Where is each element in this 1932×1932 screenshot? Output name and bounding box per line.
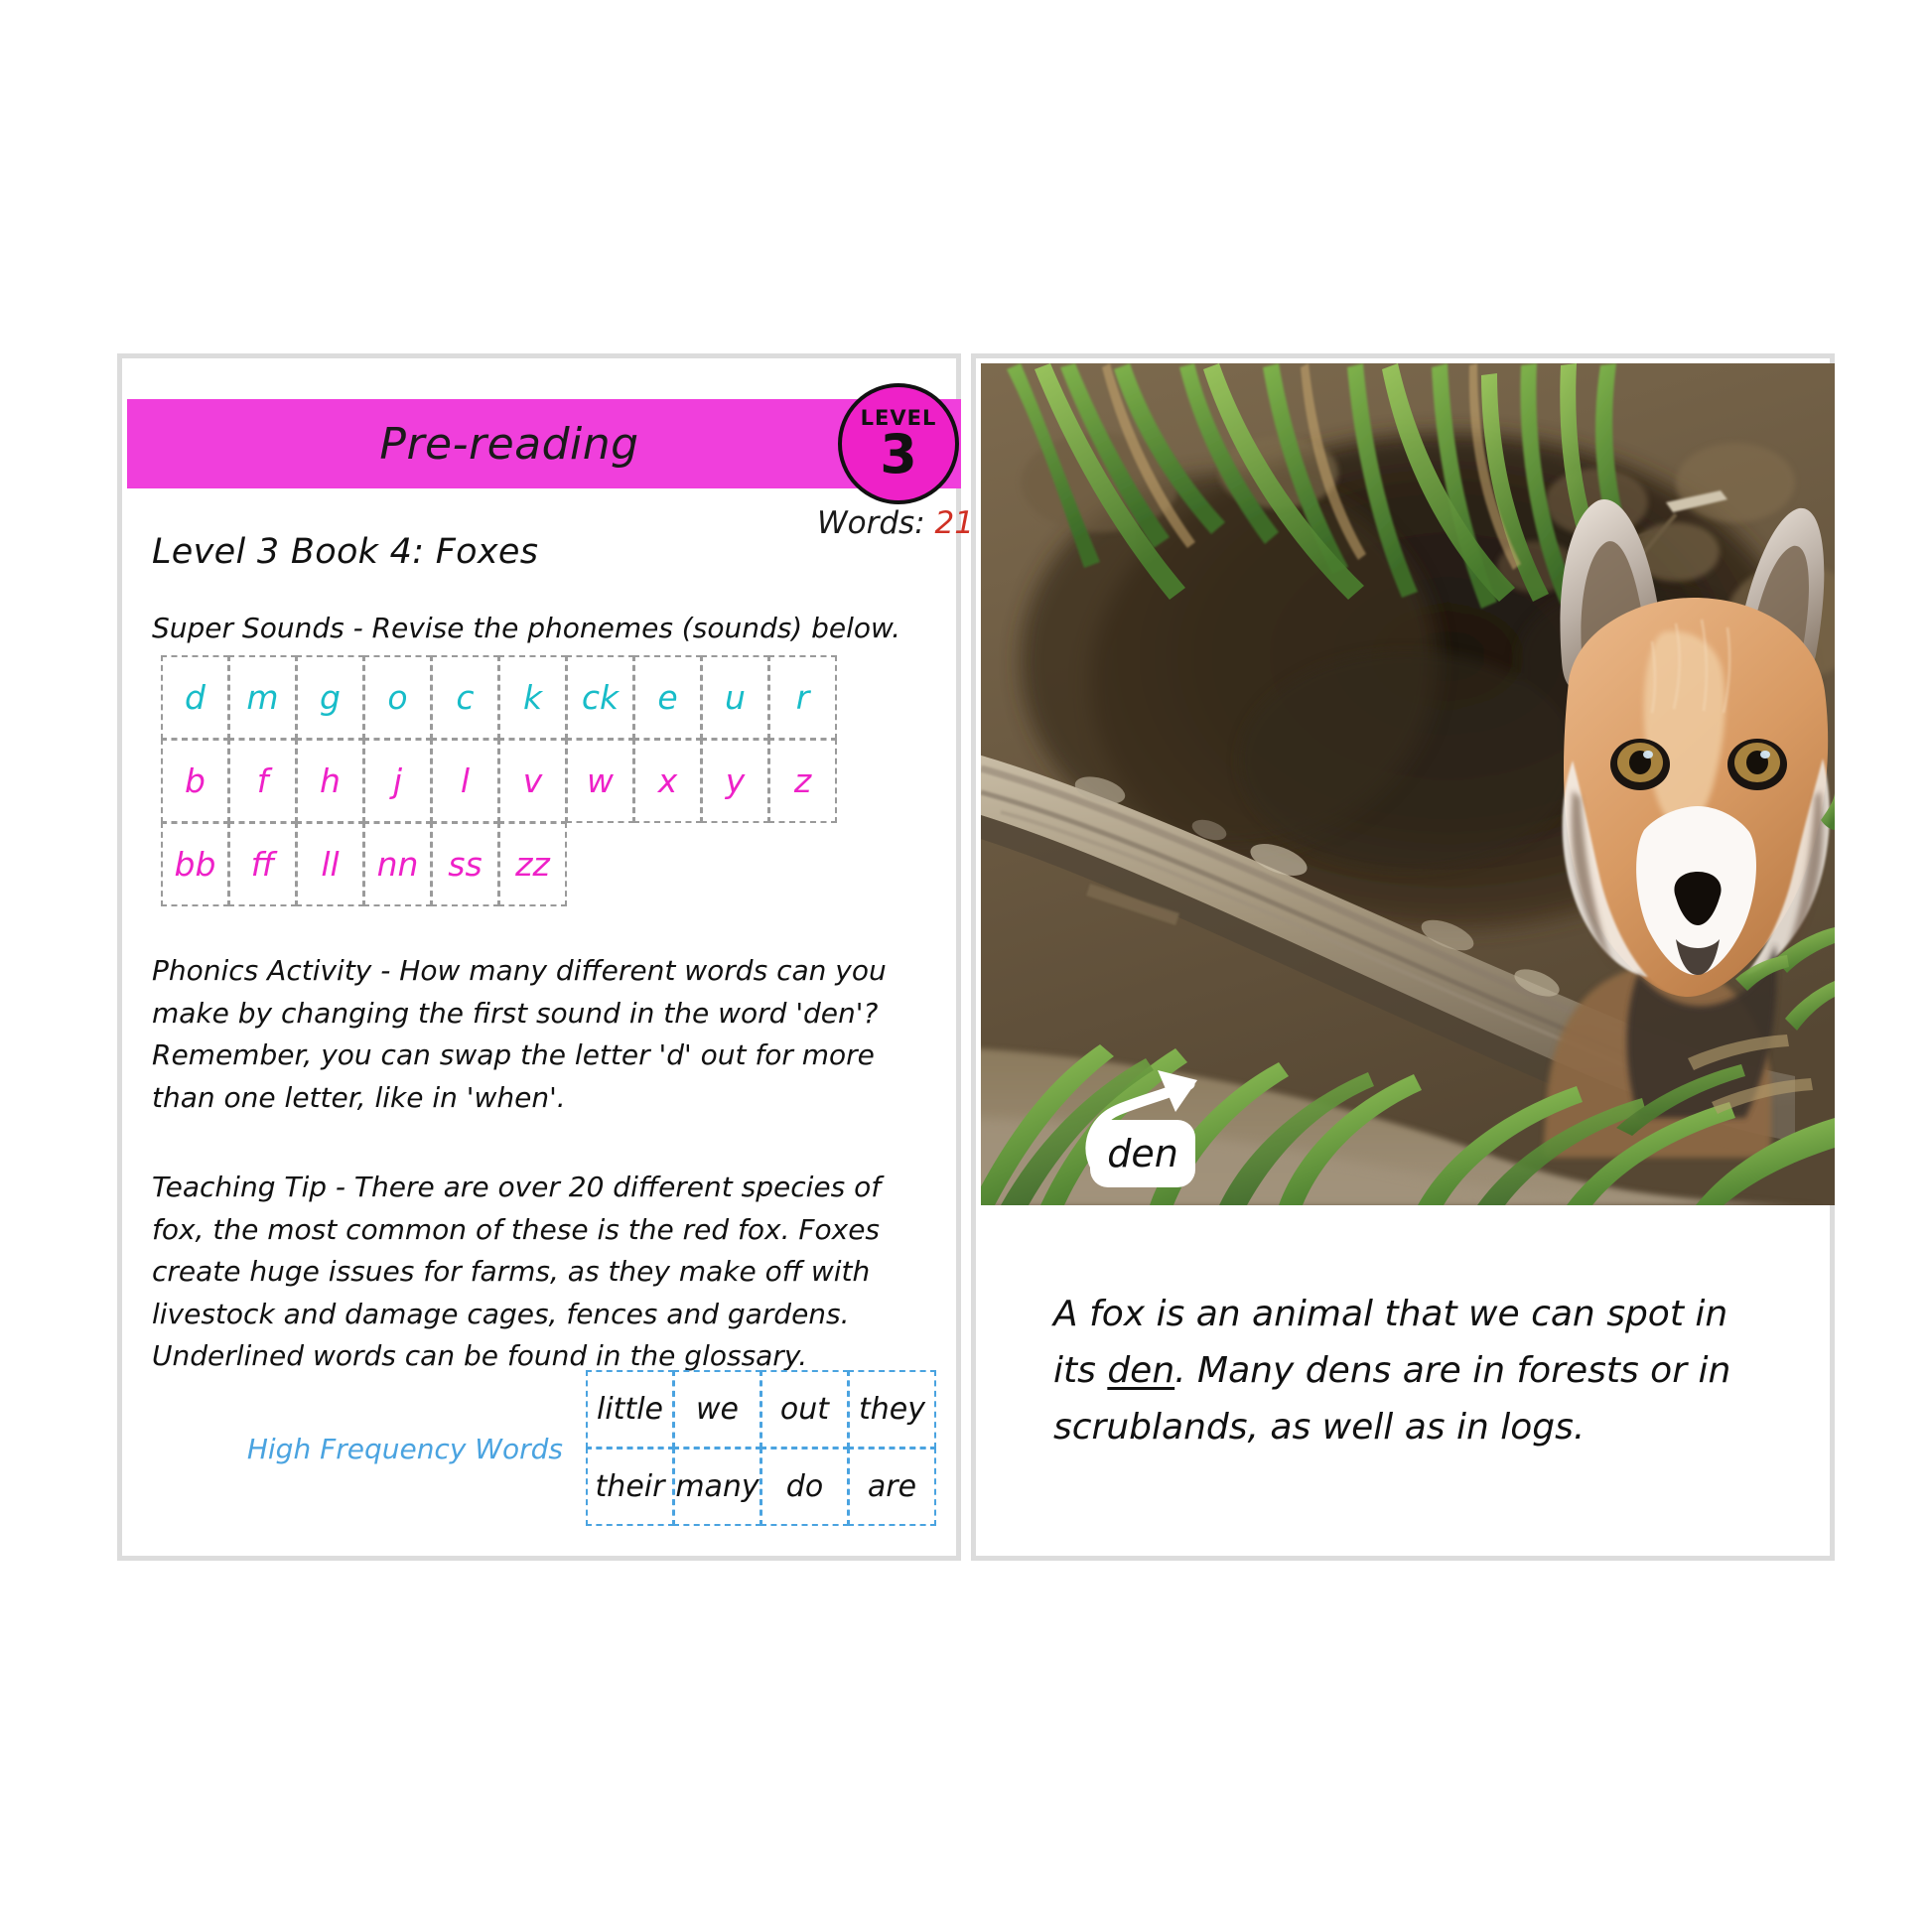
- high-frequency-words-row: little we out they: [586, 1370, 936, 1449]
- high-frequency-word-cell: little: [586, 1370, 674, 1449]
- phoneme-cell: z: [768, 739, 837, 823]
- high-frequency-word-cell: their: [586, 1448, 674, 1526]
- phoneme-cell: bb: [161, 822, 229, 906]
- teaching-tip-text: Teaching Tip - There are over 20 differe…: [152, 1171, 882, 1373]
- phoneme-cell: g: [296, 655, 364, 740]
- phoneme-cell: k: [498, 655, 567, 740]
- phoneme-cell: zz: [498, 822, 567, 906]
- phoneme-cell: ff: [228, 822, 297, 906]
- phoneme-cell: b: [161, 739, 229, 823]
- phoneme-cell: r: [768, 655, 837, 740]
- phoneme-cell: ss: [431, 822, 499, 906]
- phoneme-grid: d m g o c k ck e u r b f h j l v w x y z bb ff ll nn ss zz: [161, 655, 936, 906]
- phoneme-cell: y: [701, 739, 769, 823]
- phoneme-row: d m g o c k ck e u r: [161, 655, 936, 740]
- high-frequency-words-block: High Frequency Words little we out they thei…: [152, 1370, 936, 1526]
- phoneme-cell: u: [701, 655, 769, 740]
- high-frequency-words-label: High Frequency Words: [246, 1432, 563, 1465]
- phoneme-cell: o: [363, 655, 432, 740]
- level-badge-number: 3: [880, 423, 917, 486]
- banner-title: Pre-reading: [379, 418, 639, 470]
- phoneme-cell: h: [296, 739, 364, 823]
- book-spread: Pre-reading LEVEL 3 Words: 218 Level 3 B…: [117, 353, 1835, 1561]
- high-frequency-words-row: their many do are: [586, 1448, 936, 1526]
- high-frequency-words-grid: little we out they their many do are: [586, 1370, 936, 1526]
- phoneme-cell: d: [161, 655, 229, 740]
- phoneme-cell: m: [228, 655, 297, 740]
- phoneme-row: bb ff ll nn ss zz: [161, 822, 936, 906]
- phoneme-cell: j: [363, 739, 432, 823]
- phoneme-cell: nn: [363, 822, 432, 906]
- super-sounds-label: Super Sounds - Revise the phonemes (soun…: [152, 612, 901, 644]
- left-page-body: Level 3 Book 4: Foxes Super Sounds - Rev…: [152, 532, 936, 1378]
- phoneme-cell: ll: [296, 822, 364, 906]
- book-title: Level 3 Book 4: Foxes: [152, 532, 539, 572]
- pre-reading-header: Pre-reading LEVEL 3: [127, 383, 961, 504]
- high-frequency-word-cell: out: [760, 1370, 849, 1449]
- high-frequency-word-cell: many: [673, 1448, 761, 1526]
- high-frequency-word-cell: are: [848, 1448, 936, 1526]
- phoneme-cell: v: [498, 739, 567, 823]
- high-frequency-word-cell: they: [848, 1370, 936, 1449]
- left-page: Pre-reading LEVEL 3 Words: 218 Level 3 B…: [117, 353, 994, 1561]
- phonics-activity-text: Phonics Activity - How many different wo…: [152, 954, 887, 1114]
- fox-den-photo: den: [981, 363, 1835, 1205]
- high-frequency-word-cell: do: [760, 1448, 849, 1526]
- right-page: den A fox is an animal that we can spot …: [971, 353, 1835, 1561]
- phoneme-cell: x: [633, 739, 702, 823]
- phoneme-cell: w: [566, 739, 634, 823]
- phoneme-cell: f: [228, 739, 297, 823]
- high-frequency-word-cell: we: [673, 1370, 761, 1449]
- story-text: A fox is an animal that we can spot in i…: [1053, 1287, 1778, 1456]
- phoneme-row: bfhjlvwxyz: [161, 739, 936, 823]
- phoneme-cell: l: [431, 739, 499, 823]
- phoneme-cell: ck: [566, 655, 634, 740]
- phoneme-cell: e: [633, 655, 702, 740]
- phoneme-cell: c: [431, 655, 499, 740]
- story-text-glossary-word: den: [1107, 1349, 1175, 1391]
- level-badge: LEVEL 3: [838, 383, 959, 504]
